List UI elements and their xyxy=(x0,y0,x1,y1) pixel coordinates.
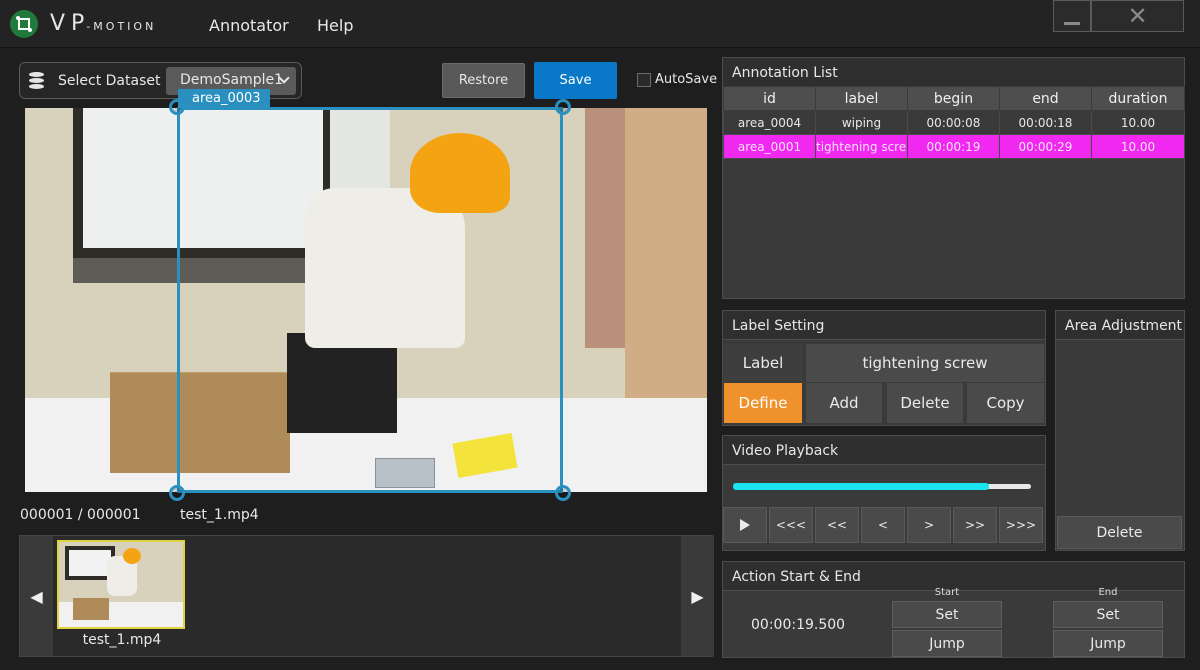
title-bar: VP-MOTION Annotator Help ✕ xyxy=(0,0,1200,48)
frame-counter: 000001 / 000001 xyxy=(20,507,141,523)
start-set-button[interactable]: Set xyxy=(892,601,1002,628)
cell-end: 00:00:18 xyxy=(999,110,1092,135)
skip-forward-large-button[interactable]: >>> xyxy=(999,507,1043,543)
label-caption: Label xyxy=(723,343,803,383)
menu-annotator[interactable]: Annotator xyxy=(209,16,289,35)
delete-label-button[interactable]: Delete xyxy=(886,382,964,424)
col-header-label[interactable]: label xyxy=(815,86,908,111)
logo-sub: -MOTION xyxy=(86,20,157,33)
thumbnail-label: test_1.mp4 xyxy=(82,632,162,648)
col-header-id[interactable]: id xyxy=(723,86,816,111)
autosave-label: AutoSave xyxy=(655,72,718,87)
cell-duration: 10.00 xyxy=(1091,110,1185,135)
annotation-bounding-box[interactable] xyxy=(177,107,563,493)
bbox-handle-bottom-right[interactable] xyxy=(555,485,571,501)
cell-begin: 00:00:19 xyxy=(907,134,1000,159)
save-button[interactable]: Save xyxy=(534,62,617,99)
label-setting-title: Label Setting xyxy=(723,311,1045,340)
area-delete-button[interactable]: Delete xyxy=(1057,516,1182,549)
skip-forward-medium-button[interactable]: >> xyxy=(953,507,997,543)
end-set-button[interactable]: Set xyxy=(1053,601,1163,628)
playback-progress-bar[interactable] xyxy=(733,483,1031,490)
start-caption: Start xyxy=(934,587,960,598)
database-icon xyxy=(29,72,44,89)
play-button[interactable] xyxy=(723,507,767,543)
close-icon: ✕ xyxy=(1127,2,1148,30)
skip-back-large-button[interactable]: <<< xyxy=(769,507,813,543)
autosave-checkbox[interactable] xyxy=(637,73,651,87)
menu-help[interactable]: Help xyxy=(317,16,353,35)
skip-back-medium-button[interactable]: << xyxy=(815,507,859,543)
minimize-button[interactable] xyxy=(1053,0,1091,32)
dataset-label: Select Dataset xyxy=(58,73,161,89)
strip-prev-button[interactable]: ◀ xyxy=(20,536,53,656)
label-value-field[interactable]: tightening screw xyxy=(805,343,1045,383)
app-logo: VP-MOTION xyxy=(50,11,156,36)
cell-duration: 10.00 xyxy=(1091,134,1185,159)
app-logo-icon xyxy=(10,10,38,38)
bbox-handle-top-right[interactable] xyxy=(555,99,571,115)
cell-end: 00:00:29 xyxy=(999,134,1092,159)
cell-label: tightening screw xyxy=(815,134,908,159)
video-playback-title: Video Playback xyxy=(723,436,1045,465)
dataset-value: DemoSample1 xyxy=(180,72,283,88)
cell-id: area_0001 xyxy=(723,134,816,159)
define-button[interactable]: Define xyxy=(723,382,803,424)
area-adjustment-panel: Area Adjustment xyxy=(1055,310,1185,551)
start-jump-button[interactable]: Jump xyxy=(892,630,1002,657)
end-jump-button[interactable]: Jump xyxy=(1053,630,1163,657)
end-caption: End xyxy=(1098,587,1118,598)
minimize-icon xyxy=(1064,21,1080,25)
col-header-begin[interactable]: begin xyxy=(907,86,1000,111)
strip-next-button[interactable]: ▶ xyxy=(681,536,714,656)
video-file-name: test_1.mp4 xyxy=(180,507,259,523)
cell-id: area_0004 xyxy=(723,110,816,135)
table-row[interactable]: area_0004 wiping 00:00:08 00:00:18 10.00 xyxy=(723,110,1185,135)
annotation-list-title: Annotation List xyxy=(723,58,1184,87)
step-forward-button[interactable]: > xyxy=(907,507,951,543)
bbox-handle-bottom-left[interactable] xyxy=(169,485,185,501)
annotation-table: id label begin end duration area_0004 wi… xyxy=(723,86,1185,159)
close-button[interactable]: ✕ xyxy=(1091,0,1184,32)
col-header-end[interactable]: end xyxy=(999,86,1092,111)
step-back-button[interactable]: < xyxy=(861,507,905,543)
action-time: 00:00:19.500 xyxy=(751,617,846,633)
table-row-selected[interactable]: area_0001 tightening screw 00:00:19 00:0… xyxy=(723,134,1185,159)
cell-begin: 00:00:08 xyxy=(907,110,1000,135)
thumbnail-item[interactable] xyxy=(57,540,185,629)
caret-right-icon: ▶ xyxy=(691,586,704,606)
col-header-duration[interactable]: duration xyxy=(1091,86,1185,111)
area-adjustment-title: Area Adjustment xyxy=(1056,311,1184,340)
playback-progress-fill xyxy=(733,483,990,490)
add-button[interactable]: Add xyxy=(805,382,883,424)
caret-left-icon: ◀ xyxy=(30,586,43,606)
restore-button[interactable]: Restore xyxy=(442,63,525,98)
play-icon xyxy=(740,519,750,531)
cell-label: wiping xyxy=(815,110,908,135)
bbox-tag: area_0003 xyxy=(178,89,270,108)
logo-main: VP xyxy=(50,11,91,36)
copy-button[interactable]: Copy xyxy=(966,382,1045,424)
